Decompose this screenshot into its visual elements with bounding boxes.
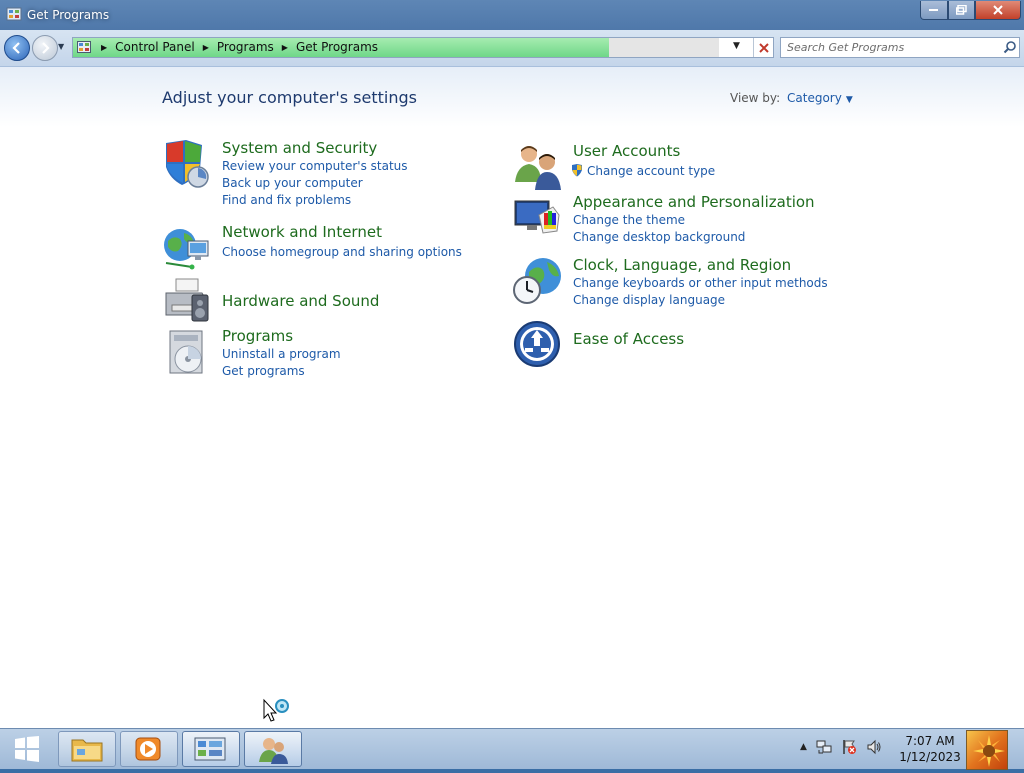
chevron-right-icon[interactable]: ▶: [282, 43, 288, 52]
clock-time: 7:07 AM: [905, 734, 955, 748]
chevron-down-icon: ▼: [845, 95, 853, 105]
address-bar[interactable]: ▶ Control Panel ▶ Programs ▶ Get Program…: [72, 37, 774, 58]
monitor-palette-icon[interactable]: [513, 193, 563, 243]
category-hardware-and-sound: Hardware and Sound: [162, 275, 462, 325]
title-bar[interactable]: Get Programs: [0, 0, 1024, 30]
media-player-icon: [135, 737, 161, 761]
flower-wallpaper-icon: [973, 735, 1005, 767]
arrow-left-icon: [12, 42, 20, 54]
link-change-keyboards[interactable]: Change keyboards or other input methods: [573, 276, 828, 290]
link-back-up[interactable]: Back up your computer: [222, 176, 363, 190]
arrow-right-icon: [42, 42, 50, 54]
control-panel-icon: [77, 41, 91, 53]
search-icon[interactable]: [1003, 40, 1017, 54]
category-network-and-internet: Network and Internet Choose homegroup an…: [162, 223, 482, 273]
start-button[interactable]: [4, 732, 50, 766]
system-tray: ▲: [800, 739, 882, 755]
forward-button[interactable]: [32, 35, 58, 61]
minimize-button[interactable]: [920, 1, 948, 20]
user-accounts-icon: [259, 738, 288, 764]
clock-globe-icon[interactable]: [513, 256, 563, 306]
category-title[interactable]: Ease of Access: [573, 330, 684, 348]
link-change-background[interactable]: Change desktop background: [573, 230, 745, 244]
category-appearance-and-personalization: Appearance and Personalization Change th…: [513, 193, 833, 244]
category-programs: Programs Uninstall a program Get program…: [162, 327, 462, 387]
taskbar-media-player[interactable]: [120, 731, 178, 767]
link-find-fix[interactable]: Find and fix problems: [222, 193, 351, 207]
category-title[interactable]: Programs: [222, 327, 293, 345]
ease-of-access-icon[interactable]: [513, 320, 563, 370]
link-change-display-language[interactable]: Change display language: [573, 293, 725, 307]
windows-logo-icon: [15, 736, 39, 762]
navigation-bar: ▼ ▶ Control Panel ▶ Programs ▶ Get Progr…: [0, 30, 1024, 67]
chevron-right-icon[interactable]: ▶: [203, 43, 209, 52]
programs-disc-icon[interactable]: [162, 327, 212, 377]
control-panel-window: Get Programs ▼ ▶ Control Panel ▶ Program…: [0, 0, 1024, 728]
link-uninstall-program[interactable]: Uninstall a program: [222, 347, 341, 361]
globe-network-icon[interactable]: [162, 223, 212, 273]
search-box[interactable]: [780, 37, 1020, 58]
action-center-flag-icon[interactable]: [841, 739, 857, 755]
clock[interactable]: 7:07 AM 1/12/2023: [895, 733, 965, 765]
restore-icon: [956, 5, 967, 15]
link-get-programs[interactable]: Get programs: [222, 364, 305, 378]
link-review-status[interactable]: Review your computer's status: [222, 159, 408, 173]
control-panel-icon: [194, 737, 226, 761]
category-clock-language-region: Clock, Language, and Region Change keybo…: [513, 256, 833, 307]
window-title: Get Programs: [27, 8, 110, 22]
category-ease-of-access: Ease of Access: [513, 320, 813, 370]
back-button[interactable]: [4, 35, 30, 61]
network-icon[interactable]: [816, 739, 832, 755]
shield-icon[interactable]: [162, 139, 212, 189]
close-icon: [759, 42, 769, 53]
category-user-accounts: User Accounts Change account type: [513, 142, 813, 192]
category-title[interactable]: Network and Internet: [222, 223, 382, 241]
link-change-theme[interactable]: Change the theme: [573, 213, 685, 227]
link-change-account-type-label: Change account type: [587, 164, 716, 178]
stop-button[interactable]: [753, 38, 773, 57]
breadcrumb: ▶ Control Panel ▶ Programs ▶ Get Program…: [97, 40, 378, 54]
breadcrumb-programs[interactable]: Programs: [217, 40, 274, 54]
content-pane: Adjust your computer's settings View by:…: [0, 67, 1024, 728]
uac-shield-icon: [572, 164, 582, 177]
maximize-button[interactable]: [948, 1, 975, 20]
busy-cursor-icon: [263, 698, 289, 722]
taskbar-file-explorer[interactable]: [58, 731, 116, 767]
category-title[interactable]: Appearance and Personalization: [573, 193, 815, 211]
minimize-icon: [929, 9, 938, 11]
search-input[interactable]: [787, 39, 997, 56]
recent-pages-dropdown[interactable]: ▼: [58, 42, 64, 51]
category-title[interactable]: System and Security: [222, 139, 377, 157]
link-homegroup[interactable]: Choose homegroup and sharing options: [222, 245, 462, 259]
users-icon[interactable]: [513, 142, 563, 192]
category-title[interactable]: User Accounts: [573, 142, 680, 160]
load-progress-track: [609, 38, 719, 57]
close-button[interactable]: [975, 1, 1021, 20]
category-system-and-security: System and Security Review your computer…: [162, 139, 462, 209]
file-explorer-icon: [71, 739, 103, 762]
category-title[interactable]: Hardware and Sound: [222, 292, 379, 310]
link-change-account-type[interactable]: Change account type: [571, 164, 715, 178]
breadcrumb-get-programs[interactable]: Get Programs: [296, 40, 378, 54]
volume-icon[interactable]: [866, 739, 882, 755]
address-dropdown-icon[interactable]: ▼: [733, 41, 740, 51]
category-title[interactable]: Clock, Language, and Region: [573, 256, 791, 274]
show-desktop-button[interactable]: [966, 730, 1008, 770]
chevron-right-icon[interactable]: ▶: [101, 43, 107, 52]
printer-speaker-icon[interactable]: [162, 275, 212, 325]
clock-date: 1/12/2023: [899, 750, 961, 764]
control-panel-icon: [6, 7, 22, 21]
taskbar: ▲ 7:07 AM 1/12/2023: [0, 728, 1024, 770]
view-by-value: Category: [787, 91, 842, 105]
close-icon: [993, 5, 1003, 15]
view-by-dropdown[interactable]: Category ▼: [787, 91, 853, 105]
breadcrumb-control-panel[interactable]: Control Panel: [115, 40, 195, 54]
page-title: Adjust your computer's settings: [162, 88, 417, 107]
view-by-label: View by:: [730, 91, 781, 105]
show-hidden-icons-button[interactable]: ▲: [800, 742, 807, 752]
taskbar-control-panel[interactable]: [182, 731, 240, 767]
taskbar-user-accounts[interactable]: [244, 731, 302, 767]
